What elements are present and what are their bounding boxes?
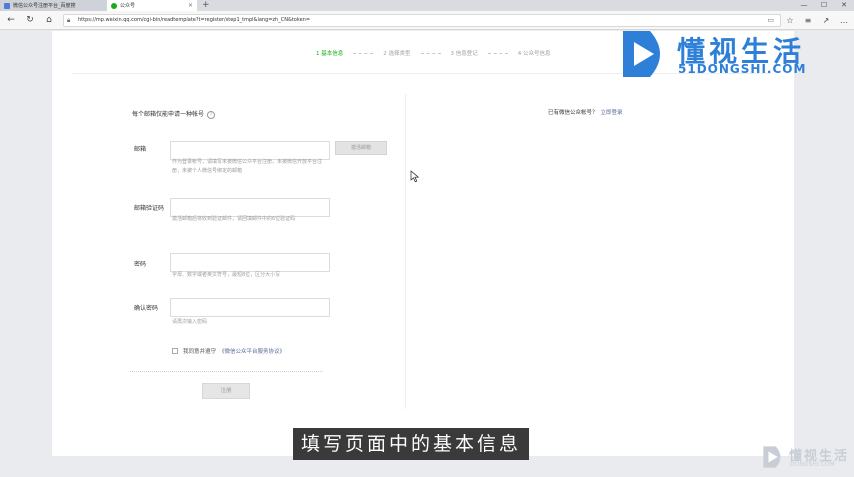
new-tab-button[interactable]: + xyxy=(202,0,210,11)
lock-icon: 🔒︎ xyxy=(67,17,71,24)
login-hint: 已有微信公众帐号？ 立即登录 xyxy=(548,108,623,116)
password-field[interactable] xyxy=(170,253,330,272)
registration-page: 1 基本信息 2 选择类型 3 信息登记 4 公众号信息 每个邮箱仅能申请一种帐… xyxy=(52,31,794,456)
form-divider xyxy=(130,371,323,372)
tab-baidu-search[interactable]: 微信公众号注册平台_百度搜 xyxy=(0,0,107,11)
step-separator xyxy=(487,52,508,54)
code-tip: 激活邮箱后将收到验证邮件，请回填邮件中的6位验证码 xyxy=(172,216,296,222)
brand-play-logo-icon xyxy=(623,31,660,77)
minimize-button[interactable]: — xyxy=(794,0,814,11)
mouse-cursor-icon xyxy=(410,170,420,183)
activate-email-button[interactable]: 激活邮箱 xyxy=(335,141,387,155)
toolbar-icons: ☆ ≡ ↗ … xyxy=(784,14,850,27)
url-text: https://mp.weixin.qq.com/cgi-bin/readtem… xyxy=(78,17,311,23)
share-icon[interactable]: ↗ xyxy=(820,14,832,27)
confirm-password-label: 确认密码 xyxy=(134,305,159,312)
brand-name-en-small: DONGSHI.COM xyxy=(790,461,835,468)
confirm-password-tip: 请再次输入密码 xyxy=(172,319,208,325)
register-button[interactable]: 注册 xyxy=(202,383,250,399)
window-controls: — ☐ ✕ xyxy=(794,0,854,11)
password-label: 密码 xyxy=(134,261,147,268)
email-label: 邮箱 xyxy=(134,146,147,153)
back-button[interactable]: ← xyxy=(4,13,18,27)
agreement-row: 我同意并遵守 《微信公众平台服务协议》 xyxy=(172,347,285,355)
help-icon[interactable]: ? xyxy=(207,110,216,119)
service-agreement-link[interactable]: 《微信公众平台服务协议》 xyxy=(219,347,285,355)
form-title-text: 每个邮箱仅能申请一种帐号 xyxy=(132,111,205,118)
confirm-password-field[interactable] xyxy=(170,298,330,317)
brand-play-logo-small-icon xyxy=(763,446,781,468)
tab-label: 公众号 xyxy=(120,3,136,9)
step-indicator: 1 基本信息 2 选择类型 3 信息登记 4 公众号信息 xyxy=(316,48,551,58)
hub-icon[interactable]: ≡ xyxy=(802,14,814,27)
form-title: 每个邮箱仅能申请一种帐号? xyxy=(132,109,216,119)
login-now-link[interactable]: 立即登录 xyxy=(601,110,623,116)
step-info-register: 3 信息登记 xyxy=(450,51,478,57)
step-separator xyxy=(420,52,441,54)
tab-label: 微信公众号注册平台_百度搜 xyxy=(13,3,76,9)
reading-view-icon[interactable]: ▭ xyxy=(767,15,774,26)
tab-close-icon[interactable]: × xyxy=(188,2,193,9)
step-select-type: 2 选择类型 xyxy=(383,51,411,57)
brand-watermark-small: 懂视生活 DONGSHI.COM xyxy=(762,445,852,473)
home-button[interactable]: ⌂ xyxy=(42,13,56,27)
brand-watermark: 懂视生活 51DONGSHI.COM xyxy=(620,28,810,80)
step-account-info: 4 公众号信息 xyxy=(517,51,551,57)
favorites-star-icon[interactable]: ☆ xyxy=(784,14,796,27)
password-tip: 字母、数字或者英文符号，最短8位，区分大小写 xyxy=(172,272,281,278)
column-divider xyxy=(405,94,406,409)
login-hint-text: 已有微信公众帐号？ xyxy=(548,110,598,116)
maximize-button[interactable]: ☐ xyxy=(814,0,834,11)
close-window-button[interactable]: ✕ xyxy=(834,0,854,11)
video-subtitle: 填写页面中的基本信息 xyxy=(293,428,530,460)
more-icon[interactable]: … xyxy=(838,14,850,27)
email-tip: 作为登录帐号，请填写未被微信公众平台注册，未被微信开放平台注册，未被个人微信号绑… xyxy=(172,159,323,174)
url-bar[interactable]: 🔒︎ https://mp.weixin.qq.com/cgi-bin/read… xyxy=(63,14,781,27)
refresh-button[interactable]: ↻ xyxy=(23,13,37,27)
tab-official-account[interactable]: 公众号 × xyxy=(107,0,197,11)
baidu-favicon-icon xyxy=(4,2,10,9)
brand-name-en: 51DONGSHI.COM xyxy=(678,62,807,76)
wechat-favicon-icon xyxy=(111,2,117,9)
step-basic-info: 1 基本信息 xyxy=(316,51,344,57)
step-separator xyxy=(353,52,374,54)
agree-text: 我同意并遵守 xyxy=(183,349,217,355)
code-label: 邮箱验证码 xyxy=(134,205,165,212)
agree-checkbox[interactable] xyxy=(172,348,178,354)
browser-tab-strip: 微信公众号注册平台_百度搜 公众号 × + — ☐ ✕ xyxy=(0,0,854,11)
